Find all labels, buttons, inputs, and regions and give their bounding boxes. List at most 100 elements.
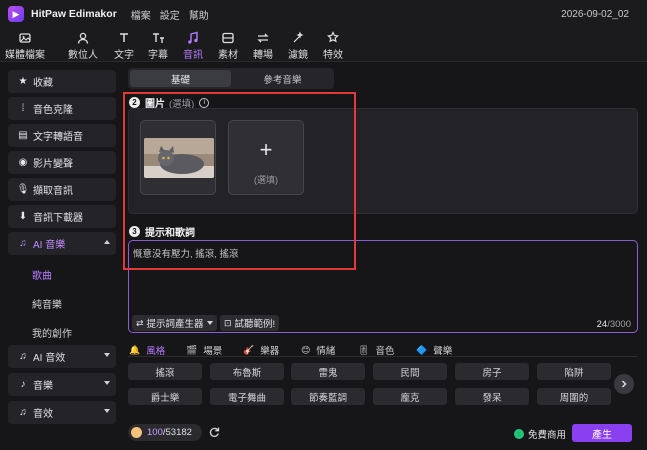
refresh-icon[interactable] (208, 426, 220, 438)
tool-label: 濾鏡 (288, 50, 308, 61)
tool-media[interactable]: 媒體檔案 (5, 29, 45, 61)
sidebar-item-label: 音訊下載器 (33, 213, 83, 224)
media-icon (19, 33, 31, 43)
sidebar-item-ai-music[interactable]: ♫ AI 音樂 (8, 232, 116, 255)
app-logo-icon: ▶ (8, 6, 24, 22)
style-chip[interactable]: 龐克 (373, 388, 447, 405)
category-label: 聲樂 (433, 346, 453, 357)
music-note-icon: ♪ (20, 379, 26, 390)
tool-filter[interactable]: 濾鏡 (286, 29, 310, 61)
chevron-down-icon (104, 353, 110, 357)
sidebar-item-label: 音樂 (33, 381, 53, 392)
tool-label: 音訊 (183, 50, 203, 61)
tool-audio[interactable]: 音訊 (181, 29, 205, 61)
sidebar-item-audio-downloader[interactable]: ⬇ 音訊下載器 (8, 205, 116, 228)
app-window: ▶ HitPaw Edimakor 檔案 設定 幫助 2026-09-02_02… (0, 0, 647, 450)
style-chip[interactable]: 節奏藍調 (291, 388, 365, 405)
tool-label: 字幕 (148, 50, 168, 61)
main-toolbar: 媒體檔案 數位人 文字 字幕 音訊 素材 轉場 濾鏡 特效 (0, 28, 647, 62)
category-label: 情緒 (316, 346, 336, 357)
style-chip[interactable]: 爵士樂 (128, 388, 202, 405)
sound-effect-icon: ♫ (19, 407, 27, 418)
generate-button[interactable]: 產生 (572, 424, 632, 442)
style-chip[interactable]: 布魯斯 (210, 363, 284, 380)
sidebar-item-voice-changer[interactable]: ◉ 影片變聲 (8, 151, 116, 174)
chevron-down-icon (104, 381, 110, 385)
style-icon: 🔔 (129, 344, 141, 355)
style-chip[interactable]: 周圍的 (537, 388, 611, 405)
tab-reference-music[interactable]: 參考音樂 (233, 70, 332, 87)
listen-example-label: 試聽範例! (234, 319, 276, 330)
prompt-generator-icon: ⇄ (136, 317, 144, 328)
tool-label: 數位人 (68, 50, 98, 61)
prompt-generator-button[interactable]: ⇄ 提示詞產生器 (132, 315, 217, 331)
prompt-label: 提示和歌詞 (145, 228, 195, 239)
tool-effects[interactable]: 特效 (321, 29, 345, 61)
next-chips-button[interactable] (614, 374, 634, 394)
info-icon[interactable]: i (199, 97, 210, 108)
project-name: 2026-09-02_02 (561, 9, 629, 20)
tool-text[interactable]: 文字 (112, 29, 136, 61)
tool-label: 媒體檔案 (5, 50, 45, 61)
filter-icon (293, 31, 304, 43)
sidebar-item-favorites[interactable]: ★ 收藏 (8, 70, 116, 93)
prompt-lyrics-textarea[interactable]: 慨意没有壓力, 搖滾, 搖滾 ⇄ 提示詞產生器 ⊡ 試聽範例! 24/3000 (128, 240, 638, 333)
category-tab-mood[interactable]: 😊 情緒 (301, 343, 336, 358)
voice-clone-icon: ⁞ (21, 103, 25, 114)
avatar-icon (77, 32, 89, 44)
character-count: 24/3000 (597, 319, 631, 330)
menu-settings[interactable]: 設定 (160, 7, 180, 22)
materials-icon (222, 32, 234, 44)
sidebar-subitem-my-creations[interactable]: 我的創作 (32, 325, 72, 340)
category-label: 場景 (203, 346, 223, 357)
example-icon: ⊡ (224, 317, 232, 328)
style-chip[interactable]: 電子舞曲 (210, 388, 284, 405)
text-icon (120, 33, 128, 42)
character-count-max: /3000 (607, 319, 631, 330)
category-tab-vocal[interactable]: 🔷 聲樂 (416, 343, 453, 358)
ai-music-icon: ♫ (19, 238, 27, 249)
prompt-generator-label: 提示詞產生器 (146, 319, 204, 330)
style-chip[interactable]: 發呆 (455, 388, 529, 405)
listen-example-button[interactable]: ⊡ 試聽範例! (220, 315, 280, 331)
tool-materials[interactable]: 素材 (216, 29, 240, 61)
style-chip[interactable]: 民間 (373, 363, 447, 380)
download-icon: ⬇ (18, 211, 28, 222)
style-chip[interactable]: 搖滾 (128, 363, 202, 380)
sidebar-item-voice-clone[interactable]: ⁞ 音色克隆 (8, 97, 116, 120)
tool-subtitle[interactable]: 字幕 (146, 29, 170, 61)
style-chip[interactable]: 雷鬼 (291, 363, 365, 380)
sidebar-subitem-instrumental[interactable]: 純音樂 (32, 296, 62, 311)
sidebar-item-label: 音效 (33, 409, 53, 420)
mood-icon: 😊 (301, 344, 311, 355)
add-image-button[interactable]: + (選填) (228, 120, 304, 195)
tool-avatar[interactable]: 數位人 (66, 29, 100, 61)
sidebar-subitem-songs[interactable]: 歌曲 (32, 267, 52, 282)
sidebar-item-sound-effect[interactable]: ♫ 音效 (8, 401, 116, 424)
sidebar-item-music[interactable]: ♪ 音樂 (8, 373, 116, 396)
menu-file[interactable]: 檔案 (131, 7, 151, 22)
sidebar-item-label: 收藏 (33, 78, 53, 89)
category-tab-style[interactable]: 🔔 風格 (129, 343, 165, 358)
sidebar-item-extract-audio[interactable]: 🎙 擷取音訊 (8, 178, 116, 201)
category-tab-instrument[interactable]: 🎸 樂器 (243, 343, 279, 358)
menu-help[interactable]: 幫助 (189, 7, 209, 22)
step-number: 3 (129, 226, 140, 237)
style-chip[interactable]: 陷阱 (537, 363, 611, 380)
tool-label: 文字 (114, 50, 134, 61)
cat-thumbnail (144, 138, 214, 178)
star-icon: ★ (18, 76, 28, 87)
tool-label: 轉場 (253, 50, 273, 61)
category-tab-scene[interactable]: 🎬 場景 (186, 343, 223, 358)
uploaded-image-card[interactable] (140, 120, 216, 195)
text-to-speech-icon: ▤ (18, 130, 28, 141)
credits-indicator: 100 /53182 (128, 424, 202, 441)
style-chip[interactable]: 房子 (455, 363, 529, 380)
category-tab-timbre[interactable]: 🎚 音色 (358, 343, 394, 358)
tool-transition[interactable]: 轉場 (251, 29, 275, 61)
voice-changer-icon: ◉ (18, 157, 28, 168)
sidebar-item-text-to-speech[interactable]: ▤ 文字轉語音 (8, 124, 116, 147)
tab-basic[interactable]: 基礎 (130, 70, 231, 87)
sidebar-item-ai-sound-effect[interactable]: ♫ AI 音效 (8, 345, 116, 368)
image-upload-panel: + (選填) (128, 108, 638, 214)
